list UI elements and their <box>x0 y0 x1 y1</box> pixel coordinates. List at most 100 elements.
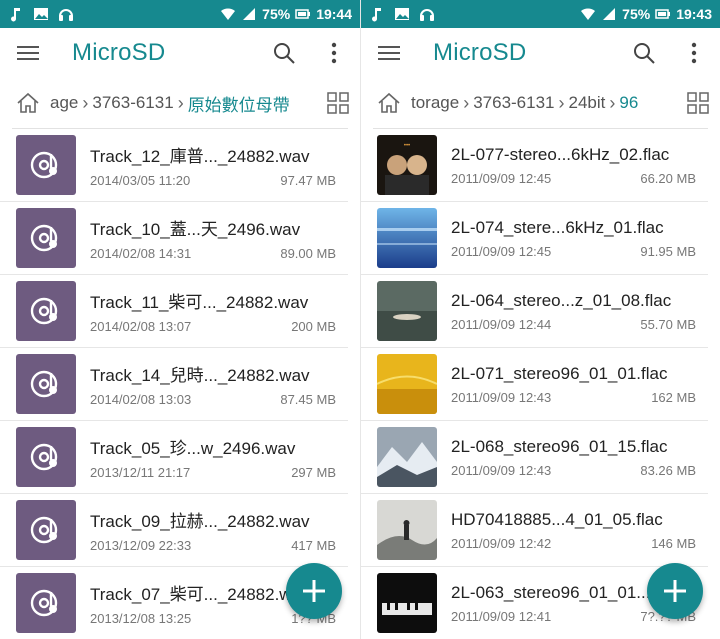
battery-icon <box>655 6 671 22</box>
music-note-icon <box>369 6 385 22</box>
file-row[interactable]: 2L-071_stereo96_01_01.flac 2011/09/09 12:… <box>361 348 708 421</box>
file-meta: 2013/12/11 21:17 297 MB <box>90 465 336 480</box>
file-info: Track_12_庫普..._24882.wav 2014/03/05 11:20… <box>90 142 336 188</box>
file-row[interactable]: 2L-074_stere...6kHz_01.flac 2011/09/09 12… <box>361 202 708 275</box>
file-size: 66.20 MB <box>640 170 696 186</box>
file-name: Track_11_柴可..._24882.wav <box>90 293 309 312</box>
file-name: 2L-064_stereo...z_01_08.flac <box>451 290 672 310</box>
home-icon[interactable] <box>377 91 401 115</box>
app-title: MicroSD <box>72 39 166 66</box>
album-art-thumbnail <box>377 281 437 341</box>
file-date: 2011/09/09 12:41 <box>451 608 552 624</box>
file-meta: 2014/02/08 13:03 87.45 MB <box>90 392 336 407</box>
file-date: 2013/12/11 21:17 <box>90 465 191 480</box>
grid-view-icon[interactable] <box>686 91 710 115</box>
breadcrumb-segment[interactable]: 3763-6131 <box>473 93 554 113</box>
add-fab-button[interactable] <box>286 563 342 619</box>
chevron-right-icon: › <box>463 92 470 113</box>
file-size: 83.26 MB <box>640 462 696 478</box>
status-bar: 75% 19:44 <box>0 0 360 28</box>
breadcrumb-current[interactable]: 96 <box>619 93 638 113</box>
file-name: 2L-074_stere...6kHz_01.flac <box>451 217 664 237</box>
album-art-thumbnail <box>377 573 437 633</box>
battery-icon <box>295 6 311 22</box>
svg-text:•••: ••• <box>404 143 410 149</box>
file-row[interactable]: HD70418885...4_01_05.flac 2011/09/09 12:4… <box>361 494 708 567</box>
file-date: 2011/09/09 12:45 <box>451 170 552 186</box>
file-size: 91.95 MB <box>640 243 696 259</box>
file-size: 162 MB <box>651 389 696 405</box>
file-name: HD70418885...4_01_05.flac <box>451 509 663 529</box>
music-note-icon <box>8 6 24 22</box>
headphones-icon <box>419 6 435 22</box>
app-bar: MicroSD <box>0 28 360 78</box>
breadcrumb: age › 3763-6131 › 原始數位母帶 <box>0 78 360 128</box>
clock: 19:43 <box>676 6 712 22</box>
file-date: 2014/02/08 13:07 <box>90 319 192 334</box>
file-info: 2L-064_stereo...z_01_08.flac 2011/09/09 1… <box>451 291 696 332</box>
file-size: 417 MB <box>291 538 336 553</box>
file-row[interactable]: ••• 2L-077-stereo...6kHz_02.flac 2011/09/0… <box>361 129 708 202</box>
file-row[interactable]: Track_14_兒時..._24882.wav 2014/02/08 13:03… <box>0 348 348 421</box>
file-meta: 2013/12/09 22:33 417 MB <box>90 538 336 553</box>
file-info: Track_10_蓋...天_2496.wav 2014/02/08 14:31 8… <box>90 215 336 261</box>
app-title: MicroSD <box>433 39 527 66</box>
file-size: 146 MB <box>651 535 696 551</box>
search-icon[interactable] <box>630 39 658 67</box>
file-size: 89.00 MB <box>280 246 336 261</box>
breadcrumb-segment[interactable]: age <box>50 93 78 113</box>
file-size: 87.45 MB <box>280 392 336 407</box>
file-meta: 2014/02/08 14:31 89.00 MB <box>90 246 336 261</box>
status-bar: 75% 19:43 <box>361 0 720 28</box>
breadcrumb-current[interactable]: 原始數位母帶 <box>188 91 290 116</box>
file-row[interactable]: 2L-064_stereo...z_01_08.flac 2011/09/09 1… <box>361 275 708 348</box>
file-row[interactable]: Track_12_庫普..._24882.wav 2014/03/05 11:20… <box>0 129 348 202</box>
breadcrumb: torage › 3763-6131 › 24bit › 96 <box>361 78 720 128</box>
file-name: Track_12_庫普..._24882.wav <box>90 147 310 166</box>
image-icon <box>33 6 49 22</box>
plus-icon <box>303 580 325 602</box>
file-name: 2L-071_stereo96_01_01.flac <box>451 363 668 383</box>
album-art-thumbnail <box>377 500 437 560</box>
left-screen: 75% 19:44 MicroSD age › 3763-6131 › 原始數位… <box>0 0 360 639</box>
grid-view-icon[interactable] <box>326 91 350 115</box>
file-size: 200 MB <box>291 319 336 334</box>
file-size: 97.47 MB <box>280 173 336 188</box>
breadcrumb-segment[interactable]: 3763-6131 <box>92 93 173 113</box>
audio-file-icon <box>16 573 76 633</box>
signal-icon <box>601 6 617 22</box>
more-options-icon[interactable] <box>320 39 348 67</box>
file-row[interactable]: 2L-068_stereo96_01_15.flac 2011/09/09 12:… <box>361 421 708 494</box>
file-info: Track_11_柴可..._24882.wav 2014/02/08 13:07… <box>90 288 336 334</box>
file-meta: 2011/09/09 12:45 91.95 MB <box>451 244 696 259</box>
file-size: 55.70 MB <box>640 316 696 332</box>
add-fab-button[interactable] <box>647 563 703 619</box>
file-list: Track_12_庫普..._24882.wav 2014/03/05 11:20… <box>0 129 360 639</box>
chevron-right-icon: › <box>177 92 184 113</box>
file-info: Track_14_兒時..._24882.wav 2014/02/08 13:03… <box>90 361 336 407</box>
file-name: Track_05_珍...w_2496.wav <box>90 439 296 458</box>
file-info: HD70418885...4_01_05.flac 2011/09/09 12:4… <box>451 510 696 551</box>
file-name: 2L-077-stereo...6kHz_02.flac <box>451 144 670 164</box>
file-info: 2L-074_stere...6kHz_01.flac 2011/09/09 12… <box>451 218 696 259</box>
album-art-thumbnail <box>377 208 437 268</box>
file-row[interactable]: Track_09_拉赫..._24882.wav 2013/12/09 22:33… <box>0 494 348 567</box>
breadcrumb-segment[interactable]: torage <box>411 93 459 113</box>
file-info: Track_09_拉赫..._24882.wav 2013/12/09 22:33… <box>90 507 336 553</box>
signal-icon <box>241 6 257 22</box>
file-row[interactable]: Track_11_柴可..._24882.wav 2014/02/08 13:07… <box>0 275 348 348</box>
album-art-thumbnail: ••• <box>377 135 437 195</box>
menu-icon[interactable] <box>375 39 403 67</box>
menu-icon[interactable] <box>14 39 42 67</box>
file-meta: 2011/09/09 12:44 55.70 MB <box>451 317 696 332</box>
file-row[interactable]: Track_05_珍...w_2496.wav 2013/12/11 21:17 2… <box>0 421 348 494</box>
more-options-icon[interactable] <box>680 39 708 67</box>
file-row[interactable]: Track_10_蓋...天_2496.wav 2014/02/08 14:31 8… <box>0 202 348 275</box>
breadcrumb-segment[interactable]: 24bit <box>569 93 606 113</box>
right-screen: 75% 19:43 MicroSD torage › 3763-6131 › 2… <box>360 0 720 639</box>
chevron-right-icon: › <box>558 92 565 113</box>
chevron-right-icon: › <box>609 92 616 113</box>
file-info: Track_05_珍...w_2496.wav 2013/12/11 21:17 2… <box>90 434 336 480</box>
search-icon[interactable] <box>270 39 298 67</box>
home-icon[interactable] <box>16 91 40 115</box>
